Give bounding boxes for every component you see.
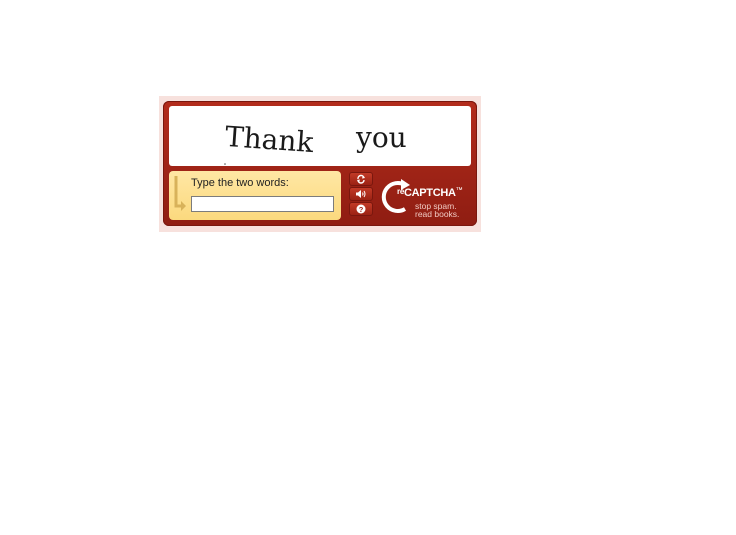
- logo-name: CAPTCHA: [403, 187, 456, 199]
- recaptcha-logo[interactable]: reCAPTCHA™ stop spam. read books.: [377, 175, 473, 219]
- captcha-word-1: Thank: [224, 120, 316, 159]
- audio-icon: [356, 190, 366, 198]
- recaptcha-box: Thank you Type the two words: ? reCAPTCH…: [163, 101, 477, 226]
- logo-tagline-2: read books.: [415, 209, 460, 219]
- logo-prefix: re: [397, 187, 404, 196]
- captcha-word-2: you: [355, 121, 407, 154]
- captcha-image: Thank you: [169, 106, 471, 166]
- reload-button[interactable]: [349, 172, 373, 186]
- audio-button[interactable]: [349, 187, 373, 201]
- answer-panel: Type the two words:: [169, 171, 341, 220]
- answer-input[interactable]: [191, 196, 334, 212]
- logo-wordmark: reCAPTCHA™: [397, 187, 463, 199]
- help-icon: ?: [356, 204, 366, 214]
- logo-trademark: ™: [455, 187, 463, 194]
- recaptcha-widget: Thank you Type the two words: ? reCAPTCH…: [159, 96, 481, 232]
- arrow-icon: [174, 176, 186, 211]
- help-button[interactable]: ?: [349, 202, 373, 216]
- svg-text:?: ?: [359, 205, 364, 214]
- prompt-label: Type the two words:: [191, 177, 289, 189]
- reload-icon: [357, 174, 365, 184]
